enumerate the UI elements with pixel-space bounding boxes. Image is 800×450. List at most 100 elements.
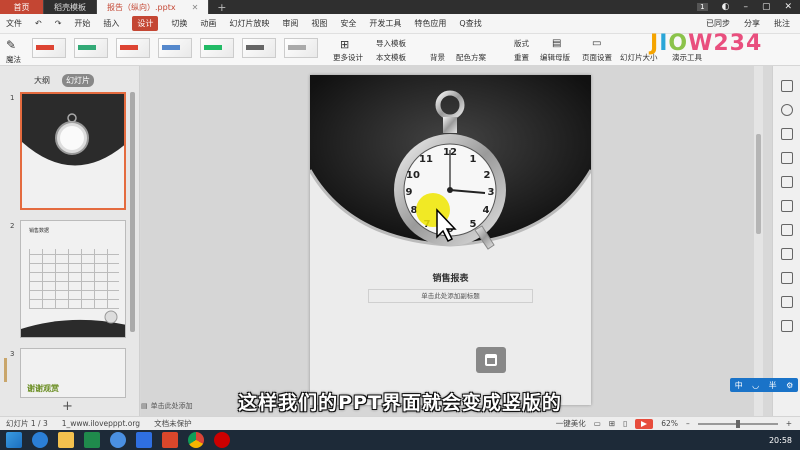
property-icon[interactable] [781,80,793,92]
recorder-icon[interactable] [214,432,230,448]
page-setup-button[interactable]: 页面设置 [582,52,612,63]
logo-part: I [659,31,669,56]
tab-outline[interactable]: 大纲 [30,74,54,87]
backup-icon[interactable] [781,296,793,308]
reset-button[interactable]: 重置 [514,52,529,63]
format-icon[interactable] [781,176,793,188]
menu-review[interactable]: 审阅 [282,18,298,29]
wps-writer-icon[interactable] [136,432,152,448]
reading-view-icon[interactable]: ▯ [623,419,627,428]
menu-security[interactable]: 安全 [340,18,356,29]
internet-explorer-icon[interactable] [32,432,48,448]
chrome-icon[interactable] [188,432,204,448]
tab-templates[interactable]: 稻壳模板 [44,0,97,14]
status-bar: 幻灯片 1 / 3 1_www.ilovepppt.org 文档未保护 一键美化… [0,416,800,430]
menu-animation[interactable]: 动画 [200,18,216,29]
minimize-icon[interactable]: – [743,2,748,12]
magic-button[interactable]: 魔法 [6,54,21,65]
file-explorer-icon[interactable] [58,432,74,448]
background-button[interactable]: 背景 [430,52,445,63]
menu-design[interactable]: 设计 [132,16,159,31]
chart-icon[interactable] [781,224,793,236]
taskbar-clock[interactable]: 20:58 [769,436,800,445]
menu-insert[interactable]: 插入 [103,18,119,29]
design-template-thumb[interactable] [242,38,276,58]
animation-icon[interactable] [781,200,793,212]
design-template-thumb[interactable] [32,38,66,58]
maximize-icon[interactable]: ▢ [762,2,771,12]
slide-thumbnail-2[interactable]: 销售数据 [20,220,126,338]
share-icon[interactable] [781,272,793,284]
beautify-button[interactable]: 一键美化 [556,418,586,429]
design-template-thumb[interactable] [158,38,192,58]
style-icon[interactable] [781,152,793,164]
tab-templates-label: 稻壳模板 [54,2,86,12]
excel-icon[interactable] [84,432,100,448]
menu-search[interactable]: Q查找 [459,18,481,29]
menu-transition[interactable]: 切换 [171,18,187,29]
zoom-out-icon[interactable]: – [686,419,690,428]
this-template-button[interactable]: 本文模板 [376,52,406,63]
tab-home[interactable]: 首页 [0,0,44,14]
tab-document[interactable]: 报告（纵向）.pptx ✕ [97,0,210,14]
color-scheme-button[interactable]: 配色方案 [456,52,486,63]
edit-master-button[interactable]: 编辑母版 [540,52,570,63]
watermark-logo: JIOW234 [650,30,774,58]
share-button[interactable]: 分享 [744,18,760,29]
sync-status[interactable]: 已同步 [706,18,730,29]
close-tab-icon[interactable]: ✕ [192,3,199,12]
zoom-level[interactable]: 62% [661,419,678,428]
new-tab-button[interactable]: + [209,0,234,14]
zoom-slider[interactable] [697,419,778,428]
import-template-button[interactable]: 导入模板 [376,38,406,49]
menu-start[interactable]: 开始 [74,18,90,29]
design-template-thumb[interactable] [116,38,150,58]
play-slideshow-button[interactable] [635,418,654,429]
baidu-netdisk-icon[interactable] [110,432,126,448]
zoom-slider-knob[interactable] [736,419,741,428]
tab-slides[interactable]: 幻灯片 [62,74,94,87]
insert-image-icon[interactable] [476,347,506,373]
annotate-button[interactable]: 批注 [774,18,790,29]
current-slide[interactable]: 1212 345 678 91011 销售报表 单击此处添加副标题 [310,75,591,405]
normal-view-icon[interactable]: ▭ [594,419,601,428]
undo-icon[interactable]: ↶ [35,19,42,28]
theme-name: 1_www.ilovepppt.org [61,419,141,428]
scroll-thumb[interactable] [756,134,761,234]
help-icon[interactable] [781,320,793,332]
skin-icon[interactable]: ◐ [722,2,730,12]
design-template-thumb[interactable] [200,38,234,58]
document-protection[interactable]: 文档未保护 [154,418,192,429]
logo-part: O [668,31,689,56]
menu-slideshow[interactable]: 幻灯片放映 [229,18,269,29]
slide-title[interactable]: 销售报表 [310,271,591,284]
sorter-view-icon[interactable]: ⊞ [609,419,615,428]
menu-developer[interactable]: 开发工具 [369,18,401,29]
magic-wand-icon[interactable]: ✎ [6,38,16,52]
layout-button[interactable]: 版式 [514,38,529,49]
menu-file[interactable]: 文件 [6,18,22,29]
thumbnail-scrollbar[interactable] [130,92,135,332]
object-icon[interactable] [781,104,793,116]
svg-text:9: 9 [406,187,413,198]
slide-number: 1 [10,94,15,102]
slide-number: 3 [10,350,15,358]
redo-icon[interactable]: ↷ [55,19,62,28]
copy-icon[interactable] [781,128,793,140]
edit-icon[interactable] [781,248,793,260]
close-icon[interactable]: ✕ [784,2,792,12]
menu-view[interactable]: 视图 [311,18,327,29]
canvas-vertical-scrollbar[interactable] [754,66,763,416]
design-template-thumb[interactable] [284,38,318,58]
slide-thumbnail-1[interactable] [20,92,126,210]
more-design-button[interactable]: 更多设计 [333,52,363,63]
design-template-thumb[interactable] [74,38,108,58]
wps-presentation-icon[interactable] [162,432,178,448]
slide-count: 幻灯片 1 / 3 [6,419,48,428]
subtitle-placeholder[interactable]: 单击此处添加副标题 [368,289,533,303]
zoom-in-icon[interactable]: + [786,419,792,428]
svg-text:2: 2 [484,170,491,181]
windows-taskbar: 20:58 [0,430,800,450]
windows-start-icon[interactable] [6,432,22,448]
menu-features[interactable]: 特色应用 [414,18,446,29]
